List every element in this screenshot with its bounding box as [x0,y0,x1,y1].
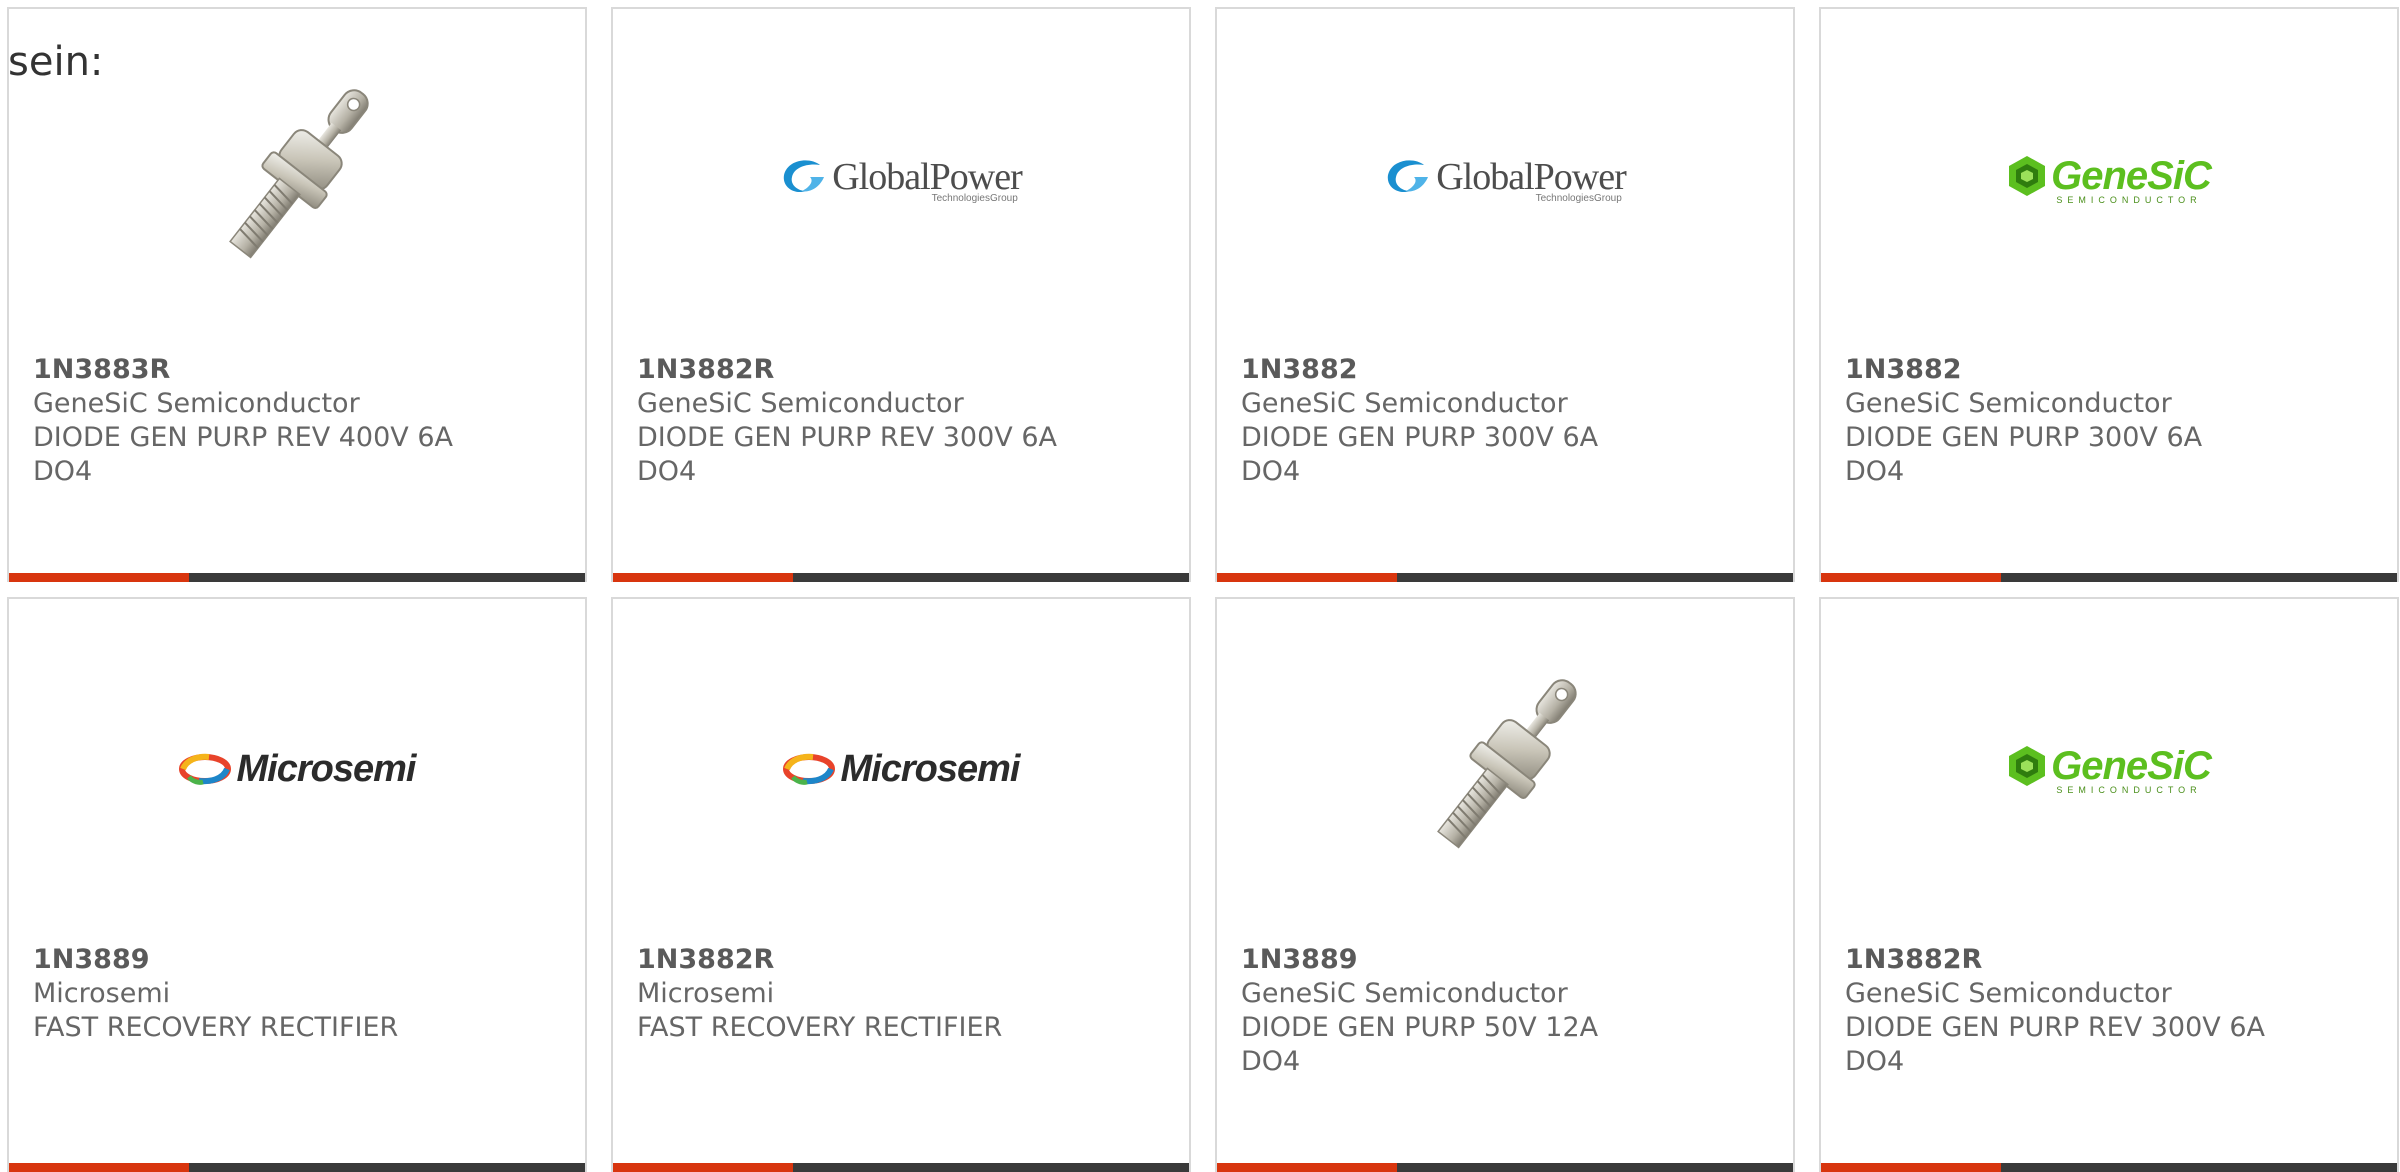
product-card[interactable]: 1N3889 GeneSiC Semiconductor DIODE GEN P… [1215,597,1795,1172]
part-number[interactable]: 1N3882R [637,353,1057,387]
product-info: 1N3883R GeneSiC Semiconductor DIODE GEN … [33,353,453,489]
logo-text: Microsemi [236,747,417,790]
product-image[interactable]: GlobalPower TechnologiesGroup [1217,9,1793,349]
card-accent-bar [9,1163,189,1172]
product-info: 1N3882R GeneSiC Semiconductor DIODE GEN … [637,353,1057,489]
product-description: FAST RECOVERY RECTIFIER [33,1012,399,1043]
part-number[interactable]: 1N3882 [1241,353,1661,387]
genesic-logo[interactable]: GeneSiC SEMICONDUCTOR [2007,743,2212,795]
card-bottom-bar [613,573,1189,582]
card-accent-bar [613,1163,793,1172]
logo-subtext: TechnologiesGroup [1535,192,1622,204]
product-image[interactable]: GeneSiC SEMICONDUCTOR [1821,9,2397,349]
product-card[interactable]: Microsemi 1N3882R Microsemi FAST RECOVER… [611,597,1191,1172]
logo-subtext: SEMICONDUCTOR [2056,194,2202,205]
product-card[interactable]: 1N3883R GeneSiC Semiconductor DIODE GEN … [7,7,587,582]
product-description: DIODE GEN PURP REV 300V 6A [1845,1012,2265,1043]
logo-text: GeneSiC [2051,743,2212,788]
card-accent-bar [1217,573,1397,582]
card-bottom-bar [9,1163,585,1172]
product-info: 1N3882R Microsemi FAST RECOVERY RECTIFIE… [637,943,1057,1045]
globalpower-logo[interactable]: GlobalPower TechnologiesGroup [1384,155,1627,204]
product-card[interactable]: GeneSiC SEMICONDUCTOR 1N3882 GeneSiC Sem… [1819,7,2399,582]
card-bottom-bar [1217,573,1793,582]
product-image[interactable]: Microsemi [9,599,585,939]
card-accent-bar [613,573,793,582]
part-number[interactable]: 1N3889 [1241,943,1661,977]
card-bottom-bar [9,573,585,582]
microsemi-logo[interactable]: Microsemi [178,747,417,791]
product-card[interactable]: Microsemi 1N3889 Microsemi FAST RECOVERY… [7,597,587,1172]
product-description: DO4 [637,456,697,487]
product-card[interactable]: GeneSiC SEMICONDUCTOR 1N3882R GeneSiC Se… [1819,597,2399,1172]
logo-subtext: SEMICONDUCTOR [2056,784,2202,795]
card-bottom-bar [1821,573,2397,582]
product-image[interactable]: GeneSiC SEMICONDUCTOR [1821,599,2397,939]
product-description: DO4 [33,456,93,487]
product-image[interactable]: Microsemi [613,599,1189,939]
part-number[interactable]: 1N3882 [1845,353,2265,387]
part-number[interactable]: 1N3882R [1845,943,2265,977]
product-card[interactable]: GlobalPower TechnologiesGroup 1N3882 Gen… [1215,7,1795,582]
globalpower-logo[interactable]: GlobalPower TechnologiesGroup [780,155,1023,204]
intro-text: sein: [8,39,104,85]
card-bottom-bar [1217,1163,1793,1172]
product-photo[interactable] [1400,667,1610,871]
product-info: 1N3882R GeneSiC Semiconductor DIODE GEN … [1845,943,2265,1079]
product-photo[interactable] [192,77,402,281]
card-accent-bar [9,573,189,582]
card-accent-bar [1821,1163,2001,1172]
manufacturer: GeneSiC Semiconductor [1845,388,2172,419]
product-description: FAST RECOVERY RECTIFIER [637,1012,1003,1043]
part-number[interactable]: 1N3882R [637,943,1057,977]
product-description: DIODE GEN PURP 50V 12A DO4 [1241,1012,1599,1077]
logo-text: Microsemi [840,747,1021,790]
product-image[interactable] [1217,599,1793,939]
part-number[interactable]: 1N3883R [33,353,453,387]
manufacturer: GeneSiC Semiconductor [33,388,360,419]
card-bottom-bar [613,1163,1189,1172]
product-description: DIODE GEN PURP REV 300V 6A [637,422,1057,453]
product-info: 1N3882 GeneSiC Semiconductor DIODE GEN P… [1241,353,1661,489]
genesic-logo[interactable]: GeneSiC SEMICONDUCTOR [2007,153,2212,205]
card-accent-bar [1821,573,2001,582]
manufacturer: Microsemi [637,978,775,1009]
microsemi-logo[interactable]: Microsemi [782,747,1021,791]
logo-text: GeneSiC [2051,153,2212,198]
product-info: 1N3889 Microsemi FAST RECOVERY RECTIFIER [33,943,453,1045]
manufacturer: GeneSiC Semiconductor [1845,978,2172,1009]
manufacturer: GeneSiC Semiconductor [1241,388,1568,419]
product-card[interactable]: GlobalPower TechnologiesGroup 1N3882R Ge… [611,7,1191,582]
part-number[interactable]: 1N3889 [33,943,453,977]
product-description: DIODE GEN PURP REV 400V 6A [33,422,453,453]
product-description: DIODE GEN PURP 300V 6A DO4 [1241,422,1599,487]
manufacturer: GeneSiC Semiconductor [637,388,964,419]
logo-subtext: TechnologiesGroup [931,192,1018,204]
card-accent-bar [1217,1163,1397,1172]
product-description: DO4 [1845,1046,1905,1077]
manufacturer: GeneSiC Semiconductor [1241,978,1568,1009]
product-description: DIODE GEN PURP 300V 6A DO4 [1845,422,2203,487]
product-info: 1N3889 GeneSiC Semiconductor DIODE GEN P… [1241,943,1661,1079]
card-bottom-bar [1821,1163,2397,1172]
product-info: 1N3882 GeneSiC Semiconductor DIODE GEN P… [1845,353,2265,489]
manufacturer: Microsemi [33,978,171,1009]
product-image[interactable]: GlobalPower TechnologiesGroup [613,9,1189,349]
